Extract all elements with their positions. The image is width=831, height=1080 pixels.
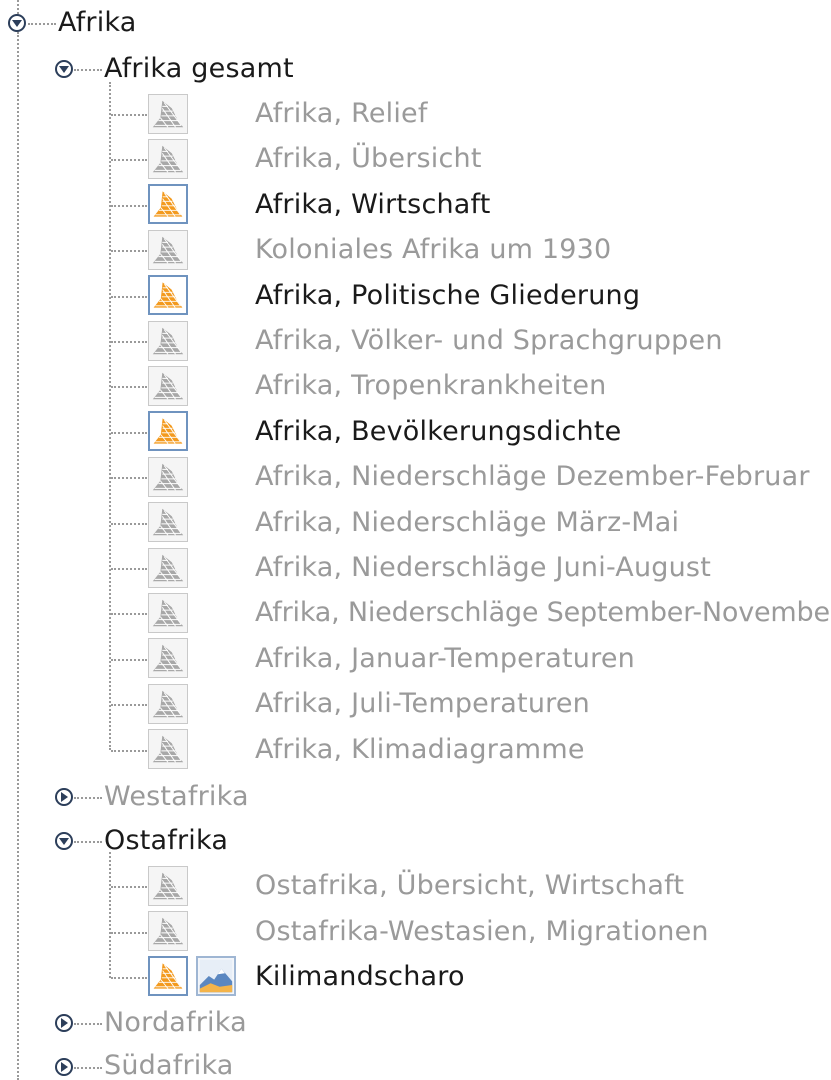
- map-orange-icon[interactable]: [148, 956, 188, 996]
- tree-node-westafrika[interactable]: Westafrika: [104, 780, 249, 814]
- expand-toggle-icon[interactable]: [55, 1014, 73, 1032]
- collapse-toggle-icon[interactable]: [8, 14, 26, 32]
- tree-item-label[interactable]: Koloniales Afrika um 1930: [255, 233, 611, 267]
- collapse-toggle-icon[interactable]: [55, 60, 73, 78]
- tree-connector: [111, 568, 147, 570]
- tree-item-label[interactable]: Ostafrika-Westasien, Migrationen: [255, 915, 709, 949]
- tree-connector: [17, 32, 19, 1080]
- map-orange-icon[interactable]: [148, 184, 188, 224]
- map-gray-icon[interactable]: [148, 684, 188, 724]
- tree-connector: [109, 82, 111, 750]
- tree-connector: [74, 841, 102, 843]
- tree-connector: [111, 613, 147, 615]
- tree-connector: [28, 23, 56, 25]
- tree-connector: [111, 159, 147, 161]
- tree-connector: [111, 432, 147, 434]
- tree-node-ostafrika[interactable]: Ostafrika: [104, 824, 228, 858]
- map-gray-icon[interactable]: [148, 321, 188, 361]
- tree-item-label[interactable]: Afrika, Niederschläge Dezember-Februar: [255, 460, 810, 494]
- map-gray-icon[interactable]: [148, 457, 188, 497]
- tree-item-label[interactable]: Ostafrika, Übersicht, Wirtschaft: [255, 869, 684, 903]
- tree-node-afrika-gesamt[interactable]: Afrika gesamt: [104, 52, 294, 86]
- map-gray-icon[interactable]: [148, 548, 188, 588]
- map-gray-icon[interactable]: [148, 866, 188, 906]
- map-gray-icon[interactable]: [148, 729, 188, 769]
- map-gray-icon[interactable]: [148, 911, 188, 951]
- tree-node-afrika[interactable]: Afrika: [58, 6, 137, 40]
- map-gray-icon[interactable]: [148, 366, 188, 406]
- tree-connector: [111, 886, 147, 888]
- tree-connector: [111, 704, 147, 706]
- tree-item-label[interactable]: Afrika, Tropenkrankheiten: [255, 369, 606, 403]
- tree-item-label[interactable]: Kilimandscharo: [255, 960, 465, 994]
- tree-connector: [111, 341, 147, 343]
- tree-connector: [109, 852, 111, 978]
- map-gray-icon[interactable]: [148, 230, 188, 270]
- map-gray-icon[interactable]: [148, 593, 188, 633]
- map-gray-icon[interactable]: [148, 94, 188, 134]
- tree-item-label[interactable]: Afrika, Wirtschaft: [255, 188, 491, 222]
- map-gray-icon[interactable]: [148, 139, 188, 179]
- photo-panorama-icon[interactable]: [196, 956, 236, 996]
- expand-toggle-icon[interactable]: [55, 1058, 73, 1076]
- tree-connector: [74, 797, 102, 799]
- tree-connector: [111, 114, 147, 116]
- tree-connector: [111, 750, 147, 752]
- map-tree: Afrika Afrika gesamt Afrika, Relief Afri…: [0, 0, 831, 1080]
- tree-connector: [74, 1023, 102, 1025]
- tree-connector: [74, 1067, 102, 1069]
- tree-connector: [111, 250, 147, 252]
- collapse-toggle-icon[interactable]: [55, 832, 73, 850]
- tree-connector: [17, 0, 19, 14]
- tree-item-label[interactable]: Afrika, Klimadiagramme: [255, 733, 585, 767]
- tree-item-label[interactable]: Afrika, Niederschläge Juni-August: [255, 551, 711, 585]
- tree-item-label[interactable]: Afrika, Übersicht: [255, 142, 482, 176]
- map-gray-icon[interactable]: [148, 638, 188, 678]
- tree-connector: [111, 386, 147, 388]
- tree-connector: [111, 659, 147, 661]
- map-orange-icon[interactable]: [148, 411, 188, 451]
- tree-node-suedafrika[interactable]: Südafrika: [104, 1049, 234, 1080]
- tree-connector: [111, 205, 147, 207]
- tree-item-label[interactable]: Afrika, Relief: [255, 97, 428, 131]
- tree-connector: [111, 296, 147, 298]
- expand-toggle-icon[interactable]: [55, 788, 73, 806]
- tree-node-nordafrika[interactable]: Nordafrika: [104, 1006, 247, 1040]
- tree-item-label[interactable]: Afrika, Januar-Temperaturen: [255, 642, 635, 676]
- tree-item-label[interactable]: Afrika, Niederschläge September-November: [255, 596, 831, 630]
- tree-item-label[interactable]: Afrika, Bevölkerungsdichte: [255, 415, 621, 449]
- tree-connector: [111, 977, 147, 979]
- map-gray-icon[interactable]: [148, 502, 188, 542]
- map-orange-icon[interactable]: [148, 275, 188, 315]
- tree-connector: [111, 477, 147, 479]
- tree-connector: [111, 523, 147, 525]
- tree-item-label[interactable]: Afrika, Juli-Temperaturen: [255, 687, 590, 721]
- tree-item-label[interactable]: Afrika, Völker- und Sprachgruppen: [255, 324, 723, 358]
- tree-connector: [74, 69, 102, 71]
- tree-item-label[interactable]: Afrika, Niederschläge März-Mai: [255, 506, 679, 540]
- tree-connector: [111, 932, 147, 934]
- tree-item-label[interactable]: Afrika, Politische Gliederung: [255, 279, 640, 313]
